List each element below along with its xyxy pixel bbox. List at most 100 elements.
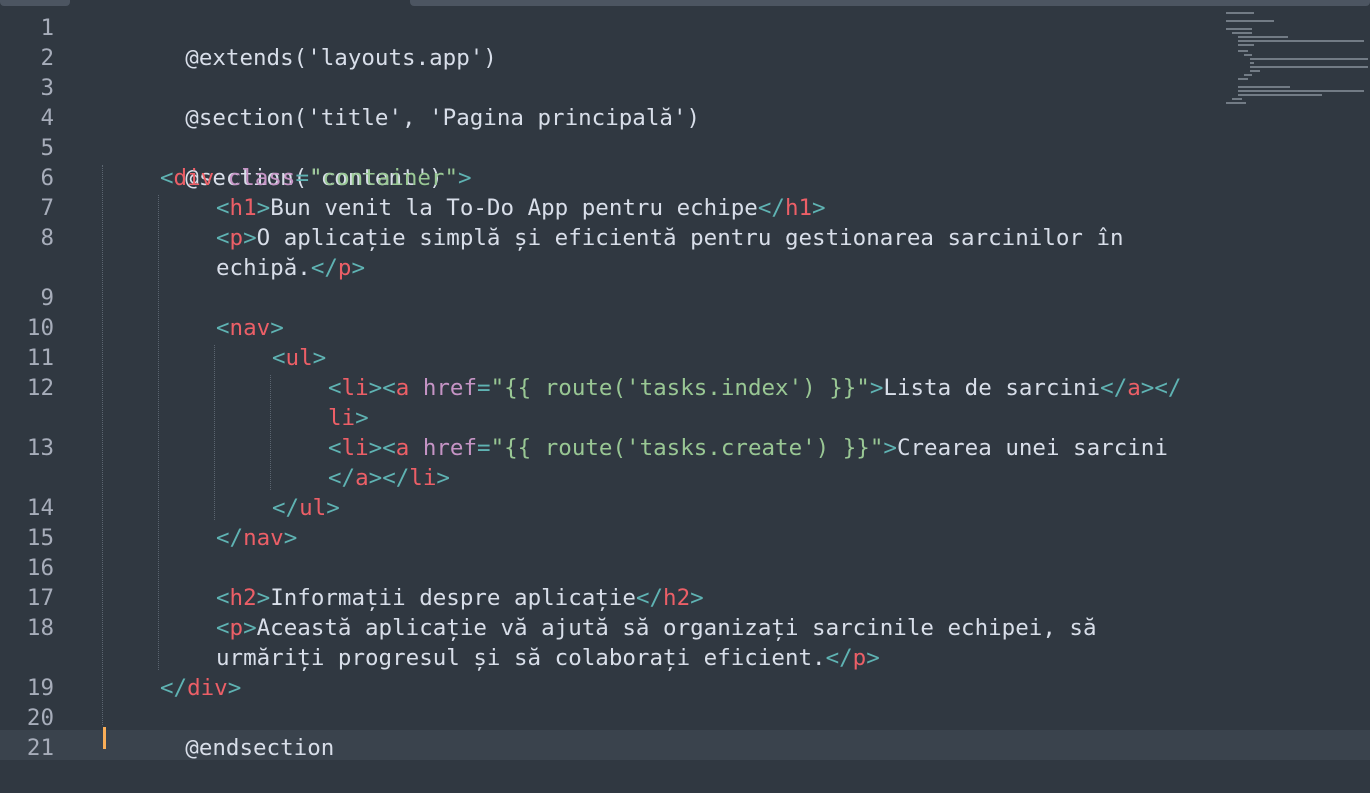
code-line-10: <nav> bbox=[216, 313, 284, 343]
equals: = bbox=[477, 375, 491, 401]
bracket: > bbox=[243, 615, 257, 641]
minimap-line bbox=[1238, 86, 1290, 88]
minimap-line bbox=[1250, 66, 1368, 68]
tag-name: div bbox=[173, 165, 215, 191]
line-number: 5 bbox=[40, 135, 54, 161]
line-number: 7 bbox=[40, 195, 54, 221]
minimap-line bbox=[1226, 12, 1254, 14]
string: "{{ route('tasks.index') }}" bbox=[490, 375, 870, 401]
directive: @extends('layouts.app') bbox=[185, 45, 497, 71]
code-line-12-wrap: li> bbox=[328, 403, 369, 433]
bracket: > bbox=[883, 435, 897, 461]
tag-name: ul bbox=[285, 345, 313, 371]
bracket: < bbox=[328, 435, 342, 461]
bracket: > bbox=[866, 645, 880, 671]
equals: = bbox=[477, 435, 491, 461]
bracket: > bbox=[243, 225, 257, 251]
bracket: > bbox=[368, 465, 383, 491]
bracket: > bbox=[869, 375, 884, 401]
code-line-20: @endsection bbox=[104, 703, 334, 761]
line-number: 12 bbox=[26, 375, 54, 401]
bracket: > bbox=[351, 255, 366, 281]
code-line-15: </nav> bbox=[216, 523, 297, 553]
minimap-line bbox=[1238, 36, 1288, 38]
minimap-line bbox=[1226, 28, 1252, 30]
minimap-line bbox=[1238, 90, 1364, 92]
line-number: 18 bbox=[26, 615, 54, 641]
bracket: </ bbox=[328, 465, 356, 491]
tag-name: li bbox=[328, 405, 356, 431]
line-number: 14 bbox=[26, 495, 54, 521]
bracket: < bbox=[216, 315, 230, 341]
bracket: > bbox=[256, 585, 271, 611]
line-number: 6 bbox=[40, 165, 54, 191]
line-number: 11 bbox=[26, 345, 54, 371]
text: Crearea unei sarcini bbox=[896, 435, 1168, 461]
bracket: < bbox=[272, 345, 286, 371]
code-line-13-wrap: </a></li> bbox=[328, 463, 450, 493]
line-number: 1 bbox=[40, 15, 54, 41]
minimap-line bbox=[1244, 74, 1252, 76]
bracket: </ bbox=[272, 495, 300, 521]
code-line-8-wrap: echipă.</p> bbox=[216, 253, 365, 283]
line-number: 2 bbox=[40, 45, 54, 71]
line-number: 13 bbox=[26, 435, 54, 461]
bracket: > bbox=[436, 465, 450, 491]
bracket: < bbox=[328, 375, 342, 401]
code-line-12: <li><a href="{{ route('tasks.index') }}"… bbox=[328, 373, 1181, 403]
minimap-line bbox=[1226, 20, 1274, 22]
tag-name: h1 bbox=[784, 195, 813, 221]
minimap-line bbox=[1250, 70, 1260, 72]
tag-name: div bbox=[187, 675, 228, 701]
bracket: </ bbox=[635, 585, 664, 611]
minimap[interactable] bbox=[1222, 8, 1370, 118]
minimap-line bbox=[1232, 98, 1242, 100]
code-line-13: <li><a href="{{ route('tasks.create') }}… bbox=[328, 433, 1168, 463]
attribute: href bbox=[422, 435, 478, 461]
tag-name: a bbox=[1127, 375, 1141, 401]
tag-name: p bbox=[229, 615, 244, 641]
minimap-line bbox=[1250, 58, 1368, 60]
code-line-8: <p>O aplicație simplă și eficientă pentr… bbox=[216, 223, 1124, 253]
text: echipă. bbox=[216, 255, 311, 281]
minimap-line bbox=[1238, 44, 1254, 46]
line-number: 19 bbox=[26, 675, 54, 701]
bracket: > bbox=[256, 195, 271, 221]
bracket: > bbox=[227, 675, 242, 701]
tag-name: p bbox=[229, 225, 244, 251]
bracket: </ bbox=[825, 645, 853, 671]
line-number: 16 bbox=[26, 555, 54, 581]
string: "{{ route('tasks.create') }}" bbox=[490, 435, 884, 461]
bracket: </ bbox=[382, 465, 410, 491]
bracket: > bbox=[312, 345, 327, 371]
minimap-line bbox=[1238, 50, 1248, 52]
line-number: 21 bbox=[26, 735, 54, 761]
indent-guide bbox=[102, 165, 103, 725]
bracket: </ bbox=[757, 195, 785, 221]
bracket: > bbox=[270, 315, 284, 341]
text: O aplicație simplă și eficientă pentru g… bbox=[256, 225, 1124, 251]
bracket: </ bbox=[310, 255, 338, 281]
line-number: 15 bbox=[26, 525, 54, 551]
line-number: 9 bbox=[40, 285, 54, 311]
code-line-18: <p>Această aplicație vă ajută să organiz… bbox=[216, 613, 1097, 643]
bracket: </ bbox=[160, 675, 188, 701]
bracket: < bbox=[382, 435, 396, 461]
tag-name: p bbox=[337, 255, 352, 281]
code-editor[interactable]: 1 2 3 4 5 6 7 8 9 10 11 12 13 14 15 16 1… bbox=[0, 0, 1370, 761]
bracket: </ bbox=[1100, 375, 1128, 401]
line-number: 3 bbox=[40, 75, 54, 101]
bracket: < bbox=[216, 615, 230, 641]
tag-name: nav bbox=[243, 525, 284, 551]
bracket: > bbox=[458, 165, 472, 191]
line-number: 4 bbox=[40, 105, 54, 131]
code-area[interactable]: @extends('layouts.app') @section('title'… bbox=[104, 0, 1214, 761]
tag-name: ul bbox=[299, 495, 327, 521]
bracket: > bbox=[1140, 375, 1155, 401]
tag-name: li bbox=[341, 435, 369, 461]
bracket: > bbox=[283, 525, 298, 551]
code-line-18-wrap: urmăriți progresul și să colaborați efic… bbox=[216, 643, 880, 673]
line-number-gutter: 1 2 3 4 5 6 7 8 9 10 11 12 13 14 15 16 1… bbox=[0, 0, 80, 761]
line-number: 8 bbox=[40, 225, 54, 251]
minimap-line bbox=[1238, 94, 1322, 96]
